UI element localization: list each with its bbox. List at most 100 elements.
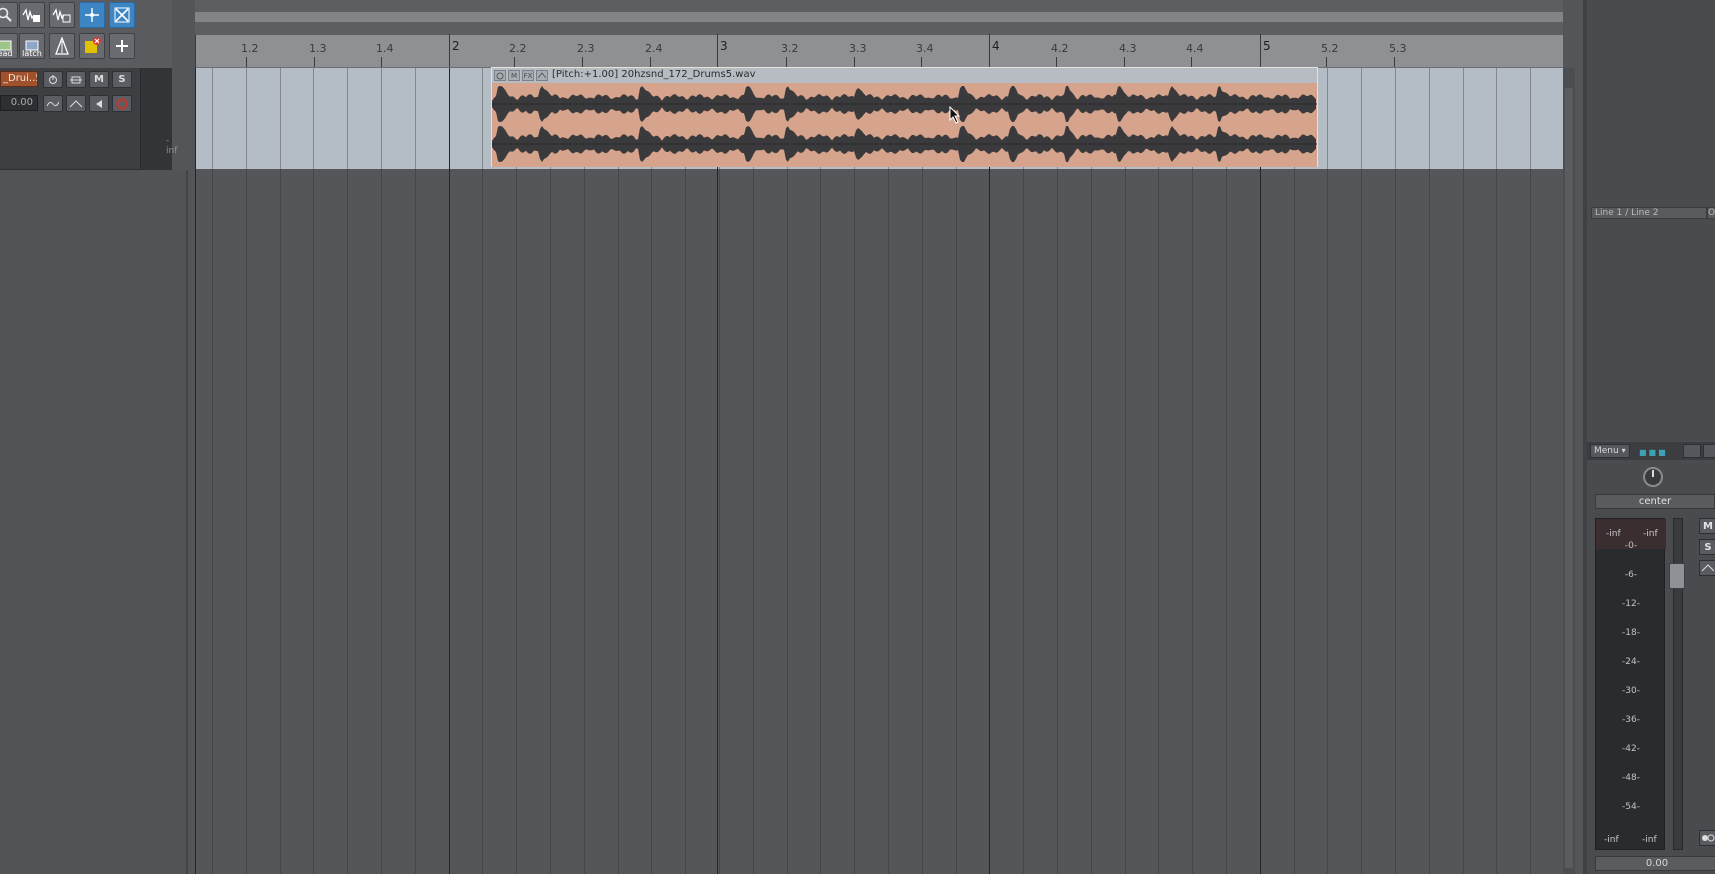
ruler-tick [989,34,990,67]
grid-line [618,68,619,874]
automation-read-icon[interactable]: ead [0,33,18,59]
ruler-beat-label: 5.2 [1321,42,1339,55]
grid-line [922,68,923,874]
envelope-icon[interactable] [43,95,63,112]
ruler-beat-label: 2.4 [645,42,663,55]
grid-line [1091,68,1092,874]
mixer-phase-icon[interactable] [1703,444,1715,458]
vertical-scrollbar-thumb[interactable] [1565,88,1573,868]
vertical-scrollbar[interactable] [1563,68,1575,874]
grid-line [685,68,686,874]
grid-line [820,68,821,874]
ruler-tick [1260,34,1261,67]
ruler-tick [921,57,922,67]
empty-arrange-area[interactable] [195,169,1563,874]
item-fx-button[interactable]: FX [522,70,534,81]
grid-line [550,68,551,874]
ruler-bar-label: 4 [992,39,1000,53]
item-envelope-icon[interactable] [536,70,548,81]
bar-line [1260,68,1261,874]
mixer-envelope-icon[interactable] [1699,560,1715,576]
db-scale-label: -30- [1622,686,1640,696]
input-routing-extra[interactable]: O [1707,207,1715,219]
mouse-cursor-icon [949,106,961,124]
grid-snap-icon[interactable] [79,33,105,59]
zoom-icon[interactable] [0,2,18,28]
move-envelope-icon[interactable] [79,2,105,28]
master-meter: -inf -inf -0- -6- -12- -18- -24- -30- -36- -42-… [1595,518,1666,850]
db-scale-label: -42- [1622,744,1640,754]
grid-line [651,68,652,874]
mixer-mute-button[interactable]: M [1699,518,1715,534]
track-mute-button[interactable]: M [89,71,109,88]
media-item[interactable]: M FX [Pitch:+1.00] 20hzsnd_172_Drums5.wa… [491,67,1318,167]
track-name-field[interactable]: _Drui..5 [0,71,38,87]
grid-line [854,68,855,874]
input-routing-label[interactable]: Line 1 / Line 2 [1591,207,1707,219]
arrange-view: 1.2 1.3 1.4 2 2.2 2.3 2.4 3 3.2 3.3 3.4 4 4.2 4.3 4.4 5… [195,0,1563,874]
timeline-ruler[interactable]: 1.2 1.3 1.4 2 2.2 2.3 2.4 3 3.2 3.3 3.4 4 4.2 4.3 4.4 5… [195,34,1563,68]
grid-line [1395,68,1396,874]
record-arm-button[interactable] [112,95,132,112]
monitor-icon[interactable] [89,95,109,112]
ripple-edit-icon[interactable] [19,2,45,28]
db-scale-label: -12- [1622,599,1640,609]
mixer-volume-readout[interactable]: 0.00 [1595,856,1715,871]
ruler-beat-label: 3.3 [849,42,867,55]
pan-label[interactable]: center [1595,494,1715,509]
grid-line [516,68,517,874]
pan-knob[interactable] [1643,467,1663,487]
bar-line [989,68,990,874]
ruler-tick [650,57,651,67]
meter-bottom-left: -inf [1604,835,1619,845]
mixer-menu-button[interactable]: Menu ▾ [1590,444,1630,458]
media-item-title: [Pitch:+1.00] 20hzsnd_172_Drums5.wav [552,69,756,80]
ruler-bar-label: 5 [1263,39,1271,53]
grid-line [584,68,585,874]
metronome-icon[interactable] [49,33,75,59]
loop-selection-bar[interactable] [195,12,1563,22]
automation-latch-icon[interactable]: latch [19,33,45,59]
grid-line [415,68,416,874]
grid-line [1429,68,1430,874]
grid-line [347,68,348,874]
ripple-all-icon[interactable] [49,2,75,28]
ruler-tick [1056,57,1057,67]
ruler-bar-label: 2 [452,39,460,53]
fx-bypass-icon[interactable] [43,71,63,88]
ruler-tick [1326,57,1327,67]
grid-line [956,68,957,874]
snap-icon[interactable] [109,2,135,28]
ruler-beat-label: 3.2 [781,42,799,55]
grid-line [212,68,213,874]
db-scale-label: -36- [1622,715,1640,725]
ruler-beat-label: 4.4 [1186,42,1204,55]
mixer-io-icon[interactable] [1699,830,1715,846]
grid-line [1530,68,1531,874]
grid-line [1463,68,1464,874]
meter-bottom-right: -inf [1642,835,1657,845]
ruler-beat-label: 1.4 [376,42,394,55]
volume-fader-thumb[interactable] [1669,563,1685,589]
mixer-route-icon[interactable] [1683,444,1701,458]
ruler-tick [717,34,718,67]
grid-line [1192,68,1193,874]
waveform-icon [492,86,1317,162]
bar-line [449,68,450,874]
track-volume-field[interactable]: 0.00 [0,95,38,111]
mixer-menu-label: Menu [1594,446,1619,456]
db-scale-label: -48- [1622,773,1640,783]
track-solo-button[interactable]: S [112,71,132,88]
grid-line [787,68,788,874]
add-icon[interactable] [109,33,135,59]
grid-line [1496,68,1497,874]
ruler-start-marker [195,35,196,68]
io-route-icon[interactable] [66,71,86,88]
ruler-bar-label: 3 [720,39,728,53]
mixer-solo-button[interactable]: S [1699,539,1715,555]
item-mute-button[interactable]: M [508,70,520,81]
track-control-panel: _Drui..5 M S 0.00 -inf 1 [0,68,177,184]
item-lock-icon[interactable] [494,70,506,81]
grid-line [381,68,382,874]
automation-mode-icon[interactable] [66,95,86,112]
